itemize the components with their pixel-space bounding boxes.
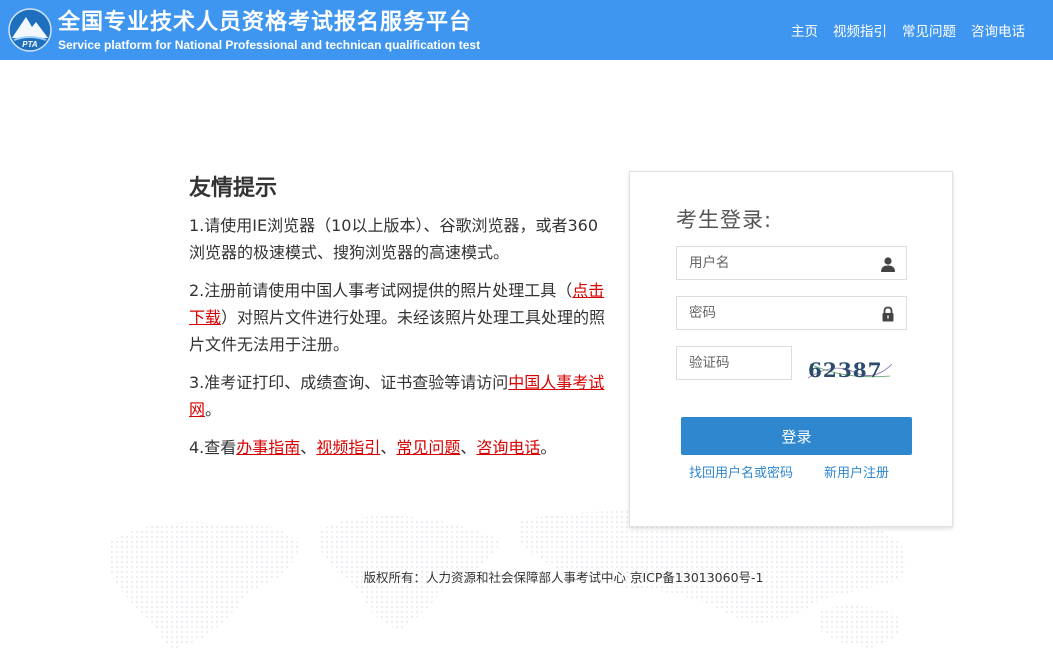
faq-link[interactable]: 常见问题 xyxy=(396,438,460,457)
login-panel: 考生登录: 62387 登录 找回用户名或密码 新用户注册 xyxy=(629,171,953,527)
password-field xyxy=(676,296,907,330)
username-input[interactable] xyxy=(677,247,879,279)
video-guide-link[interactable]: 视频指引 xyxy=(316,438,380,457)
svg-text:PTA: PTA xyxy=(22,40,38,49)
user-icon xyxy=(881,257,895,272)
captcha-image[interactable]: 62387 xyxy=(804,350,896,388)
guide-link[interactable]: 办事指南 xyxy=(236,438,300,457)
hotline-link[interactable]: 咨询电话 xyxy=(476,438,540,457)
tip-cpta-site: 3.准考证打印、成绩查询、证书查验等请访问中国人事考试网。 xyxy=(189,373,605,419)
tip-photo-tool: 2.注册前请使用中国人事考试网提供的照片处理工具（点击下载）对照片文件进行处理。… xyxy=(189,281,606,354)
tips-title: 友情提示 xyxy=(189,176,278,201)
site-title: 全国专业技术人员资格考试报名服务平台 xyxy=(58,10,473,35)
nav-faq[interactable]: 常见问题 xyxy=(902,20,956,40)
nav-video-guide[interactable]: 视频指引 xyxy=(833,20,887,40)
site-subtitle: Service platform for National Profession… xyxy=(58,38,481,52)
captcha-field xyxy=(676,346,792,380)
footer-copyright: 版权所有：人力资源和社会保障部人事考试中心 京ICP备13013060号-1 xyxy=(363,570,764,585)
tip-browser: 1.请使用IE浏览器（10以上版本）、谷歌浏览器，或者360浏览器的极速模式、搜… xyxy=(189,216,598,262)
username-field xyxy=(676,246,907,280)
forgot-password-link[interactable]: 找回用户名或密码 xyxy=(689,462,793,481)
pta-logo-icon: PTA xyxy=(8,8,52,52)
nav-hotline[interactable]: 咨询电话 xyxy=(971,20,1025,40)
tips-panel: 友情提示 1.请使用IE浏览器（10以上版本）、谷歌浏览器，或者360浏览器的极… xyxy=(189,170,609,472)
lock-icon xyxy=(882,306,894,322)
top-nav: 主页 视频指引 常见问题 咨询电话 xyxy=(791,20,1025,40)
login-button[interactable]: 登录 xyxy=(681,417,912,455)
captcha-code: 62387 xyxy=(808,358,883,382)
tip-help-links: 4.查看办事指南、视频指引、常见问题、咨询电话。 xyxy=(189,438,557,457)
password-input[interactable] xyxy=(677,297,879,329)
login-title: 考生登录: xyxy=(676,208,773,232)
nav-home[interactable]: 主页 xyxy=(791,20,818,40)
captcha-input[interactable] xyxy=(677,347,789,379)
top-header: PTA 全国专业技术人员资格考试报名服务平台 Service platform … xyxy=(0,0,1053,60)
register-link[interactable]: 新用户注册 xyxy=(824,462,889,481)
